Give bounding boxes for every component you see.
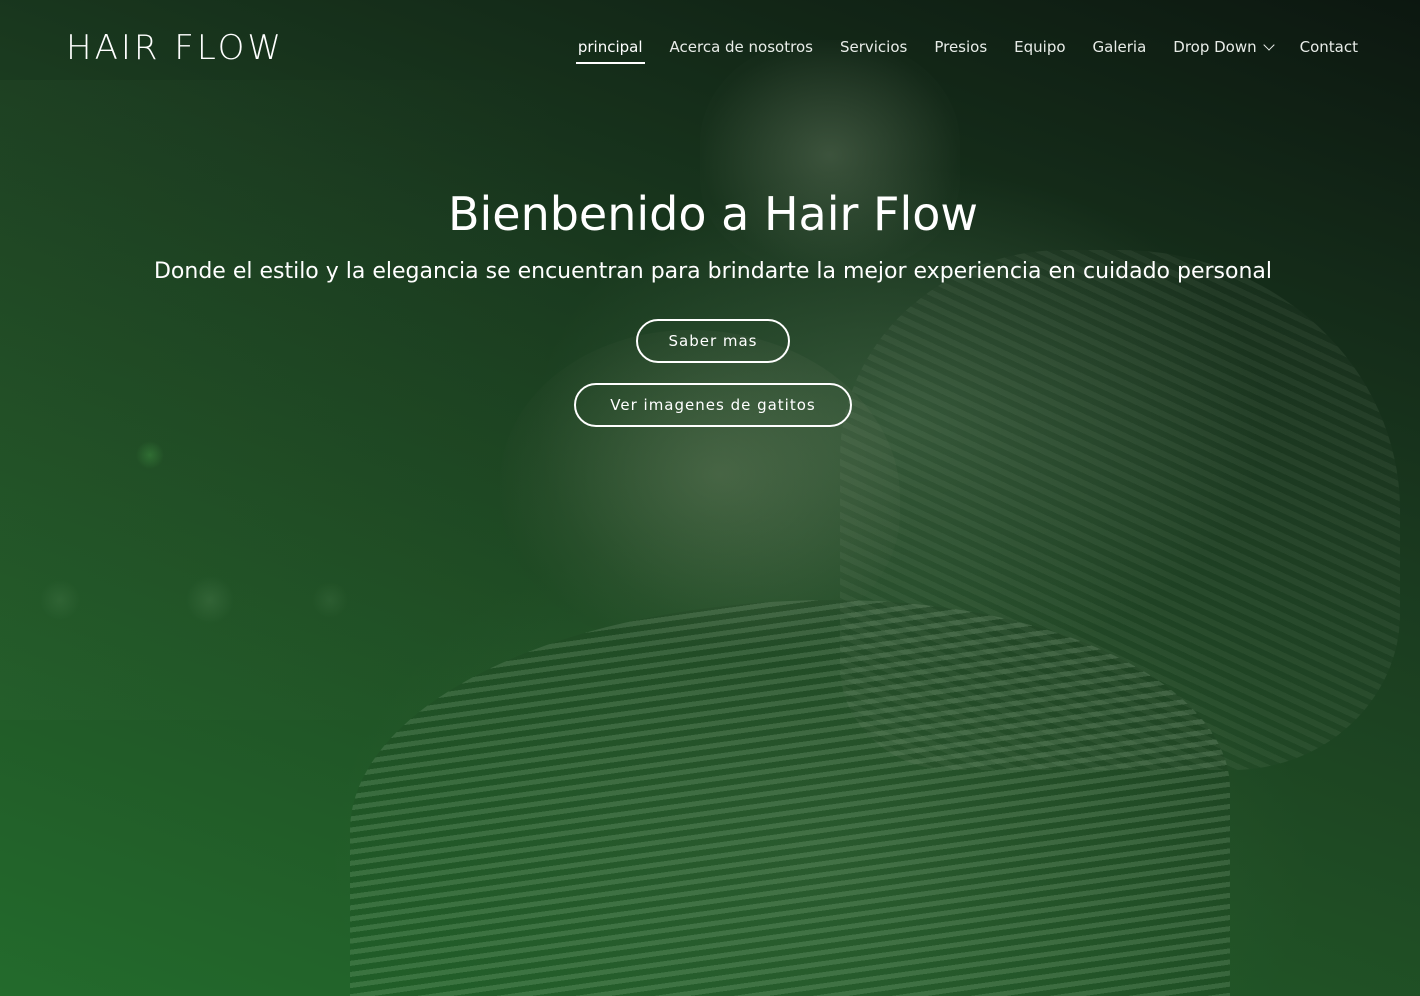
nav-item-label: Servicios: [839, 38, 908, 56]
hero-section: HAIR FLOW principal Acerca de nosotros S…: [0, 0, 1420, 996]
hero-title: Bienbenido a Hair Flow: [447, 187, 979, 241]
nav-item-drop-down[interactable]: Drop Down: [1173, 36, 1275, 64]
nav-item-servicios[interactable]: Servicios: [840, 36, 907, 64]
site-header: HAIR FLOW principal Acerca de nosotros S…: [0, 0, 1420, 96]
background-photo-barber-body: [840, 250, 1400, 770]
ver-gatitos-button[interactable]: Ver imagenes de gatitos: [574, 383, 852, 427]
nav-item-galeria[interactable]: Galeria: [1093, 36, 1147, 64]
background-photo-client-head: [500, 330, 900, 650]
nav-item-acerca[interactable]: Acerca de nosotros: [670, 36, 813, 64]
chevron-down-icon: [1262, 38, 1275, 51]
nav-item-label: Equipo: [1014, 38, 1066, 56]
nav-item-principal[interactable]: principal: [575, 36, 645, 64]
hero-subtitle: Donde el estilo y la elegancia se encuen…: [153, 259, 1273, 284]
saber-mas-button[interactable]: Saber mas: [636, 319, 790, 363]
nav-item-label: Presios: [934, 38, 988, 56]
nav-item-label: Contact: [1299, 38, 1358, 56]
nav-item-equipo[interactable]: Equipo: [1014, 36, 1065, 64]
nav-item-label: Acerca de nosotros: [669, 38, 813, 56]
background-lights: [0, 80, 560, 720]
nav-item-presios[interactable]: Presios: [934, 36, 987, 64]
nav-item-contact[interactable]: Contact: [1300, 36, 1358, 64]
nav-item-label: Drop Down: [1173, 38, 1257, 56]
nav-item-label: principal: [577, 38, 643, 56]
main-nav: principal Acerca de nosotros Servicios P…: [551, 36, 1358, 64]
background-photo-cape: [350, 600, 1230, 996]
nav-item-label: Galeria: [1092, 38, 1147, 56]
site-logo[interactable]: HAIR FLOW: [66, 28, 284, 68]
